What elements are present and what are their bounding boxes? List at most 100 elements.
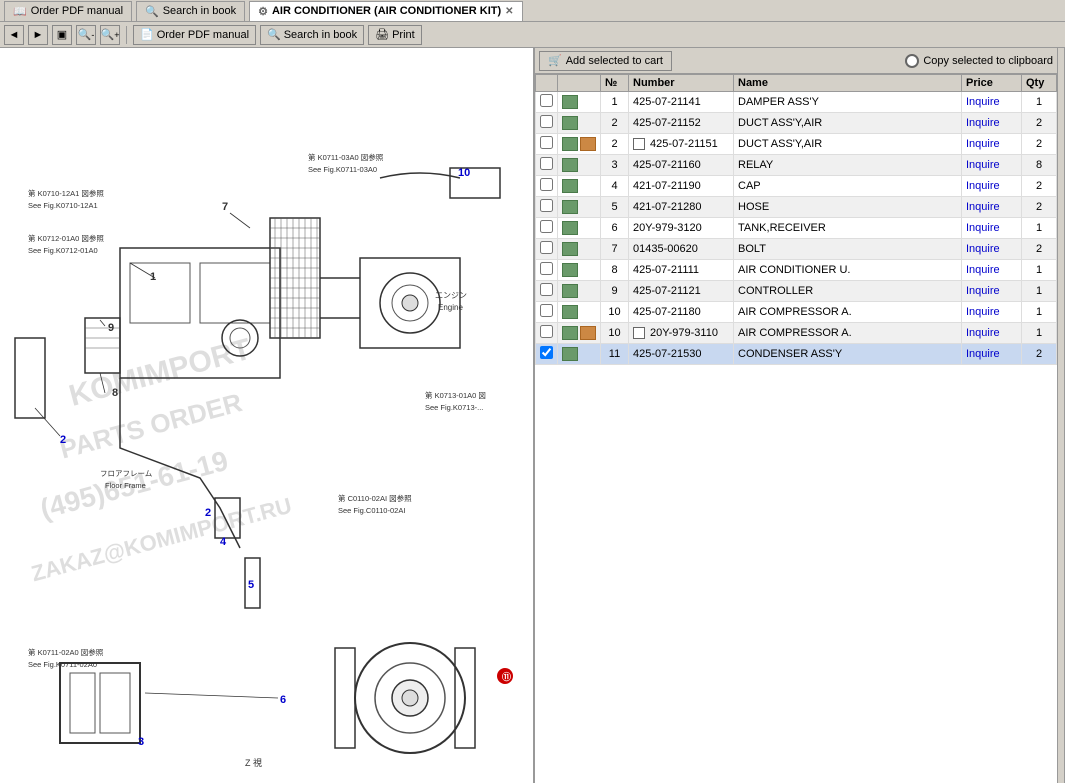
svg-text:Engine: Engine — [438, 303, 463, 312]
inquire-link[interactable]: Inquire — [966, 180, 1000, 192]
table-row[interactable]: 5421-07-21280HOSEInquire2 — [536, 197, 1057, 218]
row-qty: 2 — [1022, 239, 1057, 260]
table-row[interactable]: 9425-07-21121CONTROLLERInquire1 — [536, 281, 1057, 302]
row-price[interactable]: Inquire — [962, 176, 1022, 197]
tab-search[interactable]: 🔍 Search in book — [136, 1, 245, 21]
tab-pdf[interactable]: 📖 Order PDF manual — [4, 1, 132, 21]
svg-text:4: 4 — [220, 536, 227, 548]
row-checkbox[interactable] — [540, 115, 553, 128]
inquire-link[interactable]: Inquire — [966, 222, 1000, 234]
row-price[interactable]: Inquire — [962, 260, 1022, 281]
row-checkbox[interactable] — [540, 283, 553, 296]
row-icon-cart[interactable] — [562, 263, 578, 277]
row-price[interactable]: Inquire — [962, 344, 1022, 365]
print-button[interactable]: 🖨 Print — [368, 25, 422, 45]
inquire-link[interactable]: Inquire — [966, 201, 1000, 213]
table-row[interactable]: 2 425-07-21151DUCT ASS'Y,AIRInquire2 — [536, 134, 1057, 155]
row-checkbox-cell — [536, 281, 558, 302]
table-row[interactable]: 620Y-979-3120TANK,RECEIVERInquire1 — [536, 218, 1057, 239]
row-icon-cart[interactable] — [562, 95, 578, 109]
inquire-link[interactable]: Inquire — [966, 243, 1000, 255]
table-row[interactable]: 4421-07-21190CAPInquire2 — [536, 176, 1057, 197]
row-checkbox[interactable] — [540, 325, 553, 338]
row-icon-cart[interactable] — [562, 284, 578, 298]
row-price[interactable]: Inquire — [962, 218, 1022, 239]
row-price[interactable]: Inquire — [962, 113, 1022, 134]
row-icon-cart[interactable] — [562, 242, 578, 256]
row-part-number: 425-07-21160 — [629, 155, 734, 176]
radio-button[interactable] — [905, 54, 919, 68]
order-pdf-button[interactable]: 📄 Order PDF manual — [133, 25, 256, 45]
table-row[interactable]: 1425-07-21141DAMPER ASS'YInquire1 — [536, 92, 1057, 113]
nav-back-button[interactable]: ◄ — [4, 25, 24, 45]
row-part-number: 421-07-21190 — [629, 176, 734, 197]
table-row[interactable]: 3425-07-21160RELAYInquire8 — [536, 155, 1057, 176]
inquire-link[interactable]: Inquire — [966, 96, 1000, 108]
inquire-link[interactable]: Inquire — [966, 117, 1000, 129]
add-to-cart-button[interactable]: 🛒 Add selected to cart — [539, 51, 672, 71]
row-checkbox[interactable] — [540, 178, 553, 191]
row-checkbox[interactable] — [540, 157, 553, 170]
inquire-link[interactable]: Inquire — [966, 306, 1000, 318]
row-price[interactable]: Inquire — [962, 239, 1022, 260]
svg-text:10: 10 — [458, 167, 470, 179]
row-price[interactable]: Inquire — [962, 281, 1022, 302]
row-icon-cart[interactable] — [562, 347, 578, 361]
row-price[interactable]: Inquire — [962, 134, 1022, 155]
row-qty: 1 — [1022, 323, 1057, 344]
sub-item-checkbox[interactable] — [633, 138, 645, 150]
row-icon-cart[interactable] — [562, 326, 578, 340]
table-row[interactable]: 8425-07-21111AIR CONDITIONER U.Inquire1 — [536, 260, 1057, 281]
svg-text:See Fig.K0713-...: See Fig.K0713-... — [425, 403, 483, 412]
svg-text:See Fig.C0110-02AI: See Fig.C0110-02AI — [338, 506, 405, 515]
row-price[interactable]: Inquire — [962, 155, 1022, 176]
row-checkbox[interactable] — [540, 136, 553, 149]
book-icon: 📖 — [13, 5, 27, 18]
row-icon-cart[interactable] — [562, 137, 578, 151]
row-icon-cart[interactable] — [562, 179, 578, 193]
row-checkbox[interactable] — [540, 304, 553, 317]
table-row[interactable]: 11425-07-21530CONDENSER ASS'YInquire2 — [536, 344, 1057, 365]
row-icon-extra[interactable] — [580, 326, 596, 340]
row-price[interactable]: Inquire — [962, 92, 1022, 113]
row-qty: 1 — [1022, 302, 1057, 323]
inquire-link[interactable]: Inquire — [966, 138, 1000, 150]
inquire-link[interactable]: Inquire — [966, 264, 1000, 276]
inquire-link[interactable]: Inquire — [966, 348, 1000, 360]
row-icon-cart[interactable] — [562, 200, 578, 214]
nav-home-button[interactable]: ▣ — [52, 25, 72, 45]
row-checkbox[interactable] — [540, 220, 553, 233]
row-checkbox[interactable] — [540, 241, 553, 254]
tab-main[interactable]: ⚙ AIR CONDITIONER (AIR CONDITIONER KIT) … — [249, 1, 522, 21]
row-checkbox[interactable] — [540, 262, 553, 275]
header-number: Number — [629, 75, 734, 92]
table-row[interactable]: 2425-07-21152DUCT ASS'Y,AIRInquire2 — [536, 113, 1057, 134]
tab-close-button[interactable]: ✕ — [505, 6, 513, 17]
row-price[interactable]: Inquire — [962, 197, 1022, 218]
row-icon-cart[interactable] — [562, 221, 578, 235]
row-icon-cart[interactable] — [562, 305, 578, 319]
table-row[interactable]: 701435-00620BOLTInquire2 — [536, 239, 1057, 260]
row-price[interactable]: Inquire — [962, 323, 1022, 344]
nav-forward-button[interactable]: ► — [28, 25, 48, 45]
row-checkbox[interactable] — [540, 94, 553, 107]
inquire-link[interactable]: Inquire — [966, 327, 1000, 339]
table-row[interactable]: 10 20Y-979-3110AIR COMPRESSOR A.Inquire1 — [536, 323, 1057, 344]
table-row[interactable]: 10425-07-21180AIR COMPRESSOR A.Inquire1 — [536, 302, 1057, 323]
sub-item-checkbox[interactable] — [633, 327, 645, 339]
inquire-link[interactable]: Inquire — [966, 159, 1000, 171]
row-icon-cart[interactable] — [562, 116, 578, 130]
row-checkbox[interactable] — [540, 346, 553, 359]
panel-divider[interactable] — [1057, 48, 1065, 783]
zoom-in-button[interactable]: 🔍+ — [100, 25, 120, 45]
inquire-link[interactable]: Inquire — [966, 285, 1000, 297]
row-checkbox[interactable] — [540, 199, 553, 212]
row-price[interactable]: Inquire — [962, 302, 1022, 323]
row-icon-cart[interactable] — [562, 158, 578, 172]
search-in-book-button[interactable]: 🔍 Search in book — [260, 25, 364, 45]
row-part-name: RELAY — [734, 155, 962, 176]
row-checkbox-cell — [536, 302, 558, 323]
parts-table-container[interactable]: № Number Name Price Qty 1425-07-21141DAM… — [535, 74, 1057, 783]
row-icon-extra[interactable] — [580, 137, 596, 151]
zoom-out-button[interactable]: 🔍- — [76, 25, 96, 45]
